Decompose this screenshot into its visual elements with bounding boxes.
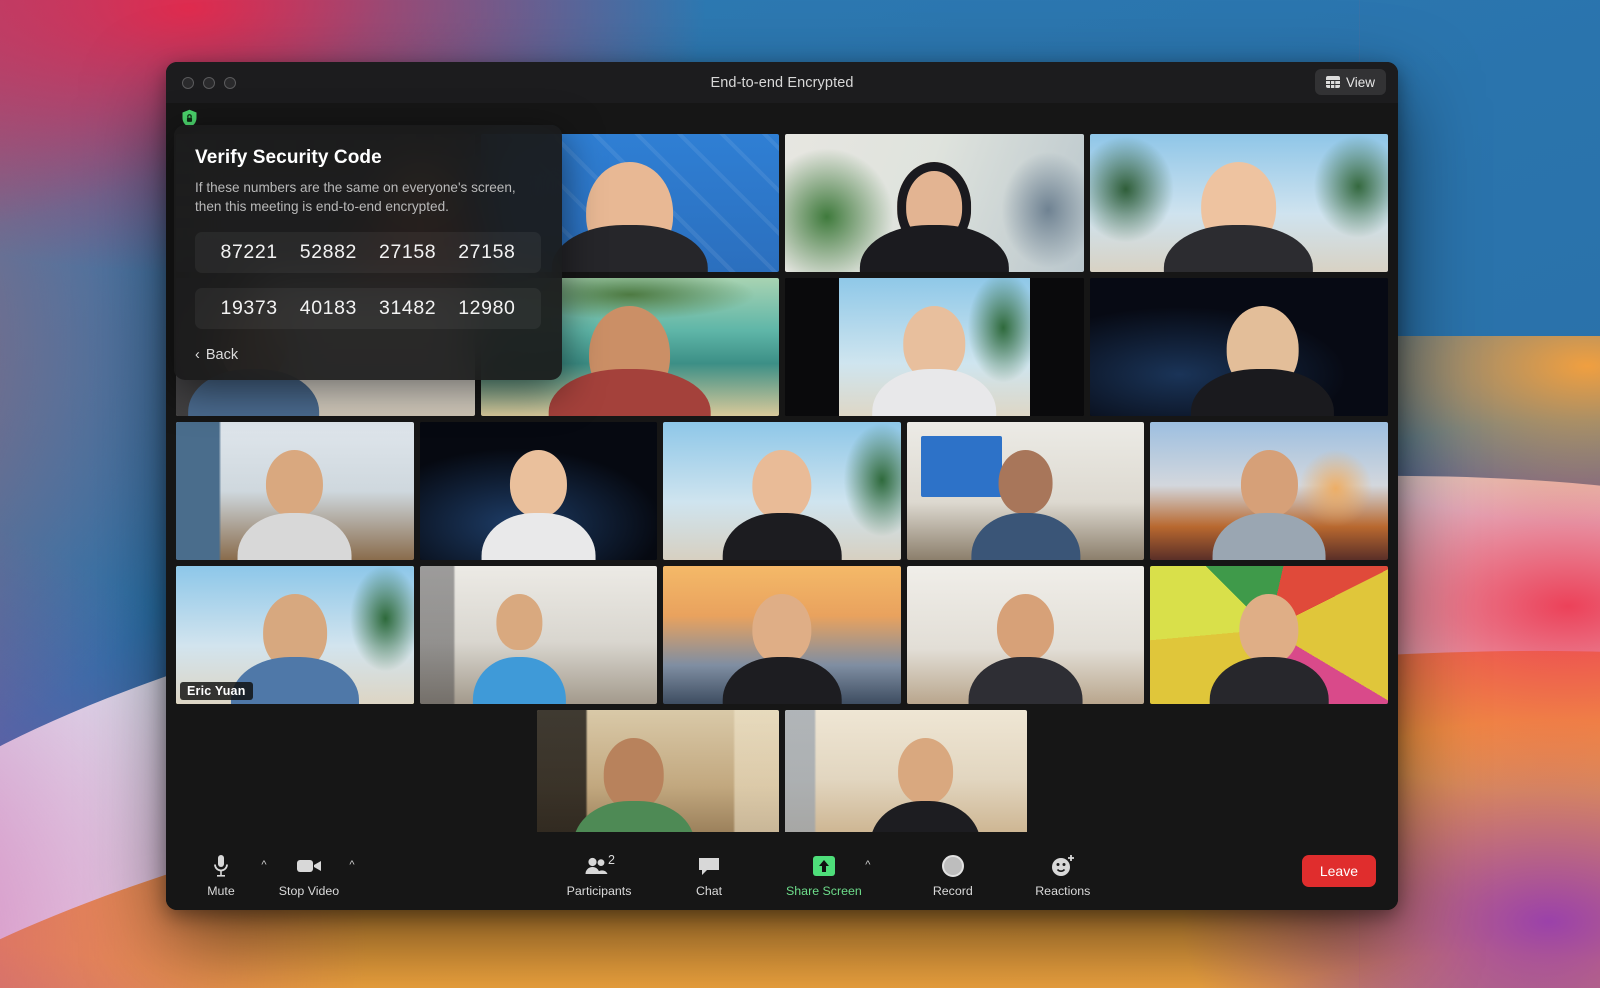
mute-label: Mute [207,883,235,898]
back-button[interactable]: ‹ Back [195,347,238,363]
participant-name-label: Eric Yuan [180,682,253,700]
participant-tile[interactable] [1150,566,1388,704]
view-button[interactable]: View [1314,69,1386,95]
minimize-button[interactable] [203,76,215,89]
record-circle-icon [940,851,966,881]
verify-security-code-dialog: Verify Security Code If these numbers ar… [174,125,562,380]
share-screen-label: Share Screen [786,883,862,898]
microphone-icon [211,851,231,881]
security-code-row-1: 87221 52882 27158 27158 [195,231,541,273]
mute-button[interactable]: Mute [188,845,254,898]
leave-button[interactable]: Leave [1301,855,1376,887]
toolbar-center-group: 2 Participants Chat Share Screen ^ Recor… [360,845,1302,898]
dialog-title: Verify Security Code [195,147,382,168]
view-button-label: View [1345,74,1375,90]
stop-video-button[interactable]: Stop Video [276,845,342,898]
dialog-description: If these numbers are the same on everyon… [195,180,516,215]
gallery-row: Eric Yuan [176,566,1388,704]
participant-tile[interactable] [419,566,658,704]
chat-label: Chat [695,883,723,898]
record-button[interactable]: Record [920,845,986,898]
reactions-button[interactable]: Reactions [1030,845,1096,898]
participants-count: 2 [608,852,615,867]
window-title-bar: End-to-end Encrypted View [166,62,1398,103]
window-controls [182,76,236,89]
participant-tile[interactable] [419,422,658,560]
participant-tile[interactable] [1089,134,1388,272]
grid-view-icon [1325,76,1340,88]
security-code-group: 52882 [299,240,357,263]
participant-tile[interactable] [537,710,779,848]
toolbar-right-group: Leave [1301,855,1376,887]
security-code-group: 12980 [458,296,516,319]
security-code-group: 19373 [220,296,278,319]
share-options-chevron-icon[interactable]: ^ [860,859,876,871]
gallery-row [176,710,1388,848]
record-label: Record [932,883,973,898]
participant-tile[interactable] [785,278,1084,416]
security-code-group: 31482 [379,296,437,319]
participant-tile-active-speaker[interactable]: Eric Yuan [176,566,414,704]
toolbar-left-group: Mute ^ Stop Video ^ [188,845,360,898]
meeting-stage: Eric Yuan Verify Security Code If these … [166,103,1398,910]
people-icon: 2 [584,851,615,881]
participant-tile[interactable] [1089,278,1388,416]
video-camera-icon [295,851,323,881]
participant-tile[interactable] [785,134,1084,272]
reactions-label: Reactions [1035,883,1091,898]
share-screen-up-arrow-icon [811,851,837,881]
security-code-group: 40183 [299,296,357,319]
maximize-button[interactable] [224,76,236,89]
audio-options-chevron-icon[interactable]: ^ [256,859,272,871]
stop-video-label: Stop Video [278,883,340,898]
close-button[interactable] [182,76,194,89]
security-code-group: 87221 [220,240,278,263]
chat-button[interactable]: Chat [676,845,742,898]
participant-tile[interactable] [1150,422,1388,560]
smiley-plus-icon [1049,851,1077,881]
chat-bubble-icon [697,851,721,881]
chevron-left-icon: ‹ [195,346,200,363]
security-code-row-2: 19373 40183 31482 12980 [195,287,541,329]
participant-tile[interactable] [906,422,1145,560]
participants-label: Participants [566,883,632,898]
participants-button[interactable]: 2 Participants [566,845,632,898]
gallery-row [176,422,1388,560]
security-code-group: 27158 [458,240,516,263]
participant-tile[interactable] [663,422,901,560]
page-title: End-to-end Encrypted [710,74,854,91]
participant-tile[interactable] [785,710,1027,848]
security-code-group: 27158 [379,240,437,263]
share-screen-button[interactable]: Share Screen [786,845,862,898]
video-options-chevron-icon[interactable]: ^ [344,859,360,871]
zoom-meeting-window: End-to-end Encrypted View Eric Yuan Veri… [166,62,1398,910]
participant-tile[interactable] [663,566,901,704]
participant-tile[interactable] [176,422,414,560]
participant-tile[interactable] [906,566,1145,704]
meeting-controls-toolbar: Mute ^ Stop Video ^ 2 Participants Chat … [166,832,1398,910]
back-button-label: Back [205,346,239,363]
